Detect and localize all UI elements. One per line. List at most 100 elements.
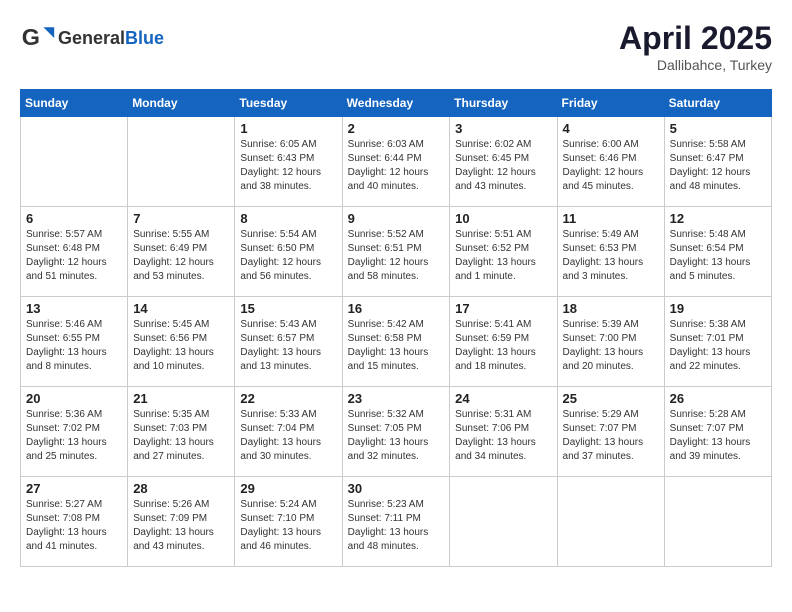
day-info: Sunrise: 5:29 AMSunset: 7:07 PMDaylight:… — [563, 408, 659, 464]
day-info: Sunrise: 6:05 AMSunset: 6:43 PMDaylight:… — [240, 138, 336, 194]
day-info: Sunrise: 5:23 AMSunset: 7:11 PMDaylight:… — [348, 498, 445, 554]
day-number: 12 — [670, 211, 766, 226]
calendar-cell — [128, 117, 235, 207]
calendar-cell — [557, 477, 664, 567]
day-number: 13 — [26, 301, 122, 316]
day-info: Sunrise: 6:03 AMSunset: 6:44 PMDaylight:… — [348, 138, 445, 194]
day-info: Sunrise: 5:24 AMSunset: 7:10 PMDaylight:… — [240, 498, 336, 554]
calendar-week-row: 13Sunrise: 5:46 AMSunset: 6:55 PMDayligh… — [21, 297, 772, 387]
day-number: 5 — [670, 121, 766, 136]
calendar-cell: 26 Sunrise: 5:28 AMSunset: 7:07 PMDayligh… — [664, 387, 771, 477]
calendar-day-header: Monday — [128, 90, 235, 117]
day-info: Sunrise: 5:45 AMSunset: 6:56 PMDaylight:… — [133, 318, 229, 374]
day-number: 27 — [26, 481, 122, 496]
day-info: Sunrise: 5:39 AMSunset: 7:00 PMDaylight:… — [563, 318, 659, 374]
calendar-day-header: Sunday — [21, 90, 128, 117]
day-number: 21 — [133, 391, 229, 406]
calendar-day-header: Friday — [557, 90, 664, 117]
day-number: 11 — [563, 211, 659, 226]
calendar-cell: 25 Sunrise: 5:29 AMSunset: 7:07 PMDayligh… — [557, 387, 664, 477]
calendar-cell: 18 Sunrise: 5:39 AMSunset: 7:00 PMDayligh… — [557, 297, 664, 387]
day-number: 7 — [133, 211, 229, 226]
day-number: 18 — [563, 301, 659, 316]
calendar-cell — [21, 117, 128, 207]
calendar-cell: 23 Sunrise: 5:32 AMSunset: 7:05 PMDayligh… — [342, 387, 450, 477]
day-number: 4 — [563, 121, 659, 136]
day-info: Sunrise: 5:28 AMSunset: 7:07 PMDaylight:… — [670, 408, 766, 464]
day-number: 20 — [26, 391, 122, 406]
calendar-cell: 5 Sunrise: 5:58 AMSunset: 6:47 PMDaylight… — [664, 117, 771, 207]
day-info: Sunrise: 5:58 AMSunset: 6:47 PMDaylight:… — [670, 138, 766, 194]
calendar-cell: 20 Sunrise: 5:36 AMSunset: 7:02 PMDayligh… — [21, 387, 128, 477]
day-number: 23 — [348, 391, 445, 406]
day-number: 9 — [348, 211, 445, 226]
day-number: 30 — [348, 481, 445, 496]
calendar-cell: 8 Sunrise: 5:54 AMSunset: 6:50 PMDaylight… — [235, 207, 342, 297]
calendar-cell: 27 Sunrise: 5:27 AMSunset: 7:08 PMDayligh… — [21, 477, 128, 567]
calendar: SundayMondayTuesdayWednesdayThursdayFrid… — [20, 89, 772, 567]
calendar-week-row: 6Sunrise: 5:57 AMSunset: 6:48 PMDaylight… — [21, 207, 772, 297]
day-info: Sunrise: 5:49 AMSunset: 6:53 PMDaylight:… — [563, 228, 659, 284]
day-info: Sunrise: 5:33 AMSunset: 7:04 PMDaylight:… — [240, 408, 336, 464]
day-info: Sunrise: 5:54 AMSunset: 6:50 PMDaylight:… — [240, 228, 336, 284]
day-number: 26 — [670, 391, 766, 406]
logo-icon: G — [20, 20, 56, 56]
day-info: Sunrise: 6:00 AMSunset: 6:46 PMDaylight:… — [563, 138, 659, 194]
calendar-cell: 17 Sunrise: 5:41 AMSunset: 6:59 PMDayligh… — [450, 297, 557, 387]
day-number: 3 — [455, 121, 551, 136]
day-info: Sunrise: 5:36 AMSunset: 7:02 PMDaylight:… — [26, 408, 122, 464]
calendar-cell: 10 Sunrise: 5:51 AMSunset: 6:52 PMDayligh… — [450, 207, 557, 297]
day-info: Sunrise: 5:42 AMSunset: 6:58 PMDaylight:… — [348, 318, 445, 374]
day-info: Sunrise: 5:38 AMSunset: 7:01 PMDaylight:… — [670, 318, 766, 374]
calendar-cell: 7 Sunrise: 5:55 AMSunset: 6:49 PMDaylight… — [128, 207, 235, 297]
svg-text:G: G — [22, 24, 40, 50]
day-info: Sunrise: 5:31 AMSunset: 7:06 PMDaylight:… — [455, 408, 551, 464]
day-number: 19 — [670, 301, 766, 316]
day-info: Sunrise: 5:32 AMSunset: 7:05 PMDaylight:… — [348, 408, 445, 464]
subtitle: Dallibahce, Turkey — [619, 57, 772, 73]
calendar-week-row: 1Sunrise: 6:05 AMSunset: 6:43 PMDaylight… — [21, 117, 772, 207]
calendar-cell: 2 Sunrise: 6:03 AMSunset: 6:44 PMDaylight… — [342, 117, 450, 207]
day-number: 14 — [133, 301, 229, 316]
day-info: Sunrise: 5:52 AMSunset: 6:51 PMDaylight:… — [348, 228, 445, 284]
calendar-cell: 19 Sunrise: 5:38 AMSunset: 7:01 PMDayligh… — [664, 297, 771, 387]
day-info: Sunrise: 5:48 AMSunset: 6:54 PMDaylight:… — [670, 228, 766, 284]
calendar-cell: 3Sunrise: 6:02 AMSunset: 6:45 PMDaylight… — [450, 117, 557, 207]
calendar-cell: 6Sunrise: 5:57 AMSunset: 6:48 PMDaylight… — [21, 207, 128, 297]
day-info: Sunrise: 5:35 AMSunset: 7:03 PMDaylight:… — [133, 408, 229, 464]
calendar-day-header: Saturday — [664, 90, 771, 117]
calendar-cell: 1Sunrise: 6:05 AMSunset: 6:43 PMDaylight… — [235, 117, 342, 207]
day-number: 10 — [455, 211, 551, 226]
day-number: 28 — [133, 481, 229, 496]
calendar-day-header: Thursday — [450, 90, 557, 117]
calendar-cell: 13Sunrise: 5:46 AMSunset: 6:55 PMDayligh… — [21, 297, 128, 387]
day-number: 2 — [348, 121, 445, 136]
calendar-cell: 12 Sunrise: 5:48 AMSunset: 6:54 PMDayligh… — [664, 207, 771, 297]
calendar-week-row: 27 Sunrise: 5:27 AMSunset: 7:08 PMDayligh… — [21, 477, 772, 567]
day-info: Sunrise: 5:27 AMSunset: 7:08 PMDaylight:… — [26, 498, 122, 554]
day-number: 29 — [240, 481, 336, 496]
day-info: Sunrise: 5:55 AMSunset: 6:49 PMDaylight:… — [133, 228, 229, 284]
day-number: 25 — [563, 391, 659, 406]
title-block: April 2025 Dallibahce, Turkey — [619, 20, 772, 73]
day-info: Sunrise: 5:41 AMSunset: 6:59 PMDaylight:… — [455, 318, 551, 374]
calendar-cell: 15Sunrise: 5:43 AMSunset: 6:57 PMDayligh… — [235, 297, 342, 387]
day-number: 6 — [26, 211, 122, 226]
day-number: 15 — [240, 301, 336, 316]
day-info: Sunrise: 5:51 AMSunset: 6:52 PMDaylight:… — [455, 228, 551, 284]
day-number: 24 — [455, 391, 551, 406]
main-title: April 2025 — [619, 20, 772, 57]
day-info: Sunrise: 5:26 AMSunset: 7:09 PMDaylight:… — [133, 498, 229, 554]
calendar-week-row: 20 Sunrise: 5:36 AMSunset: 7:02 PMDayligh… — [21, 387, 772, 477]
calendar-cell: 9 Sunrise: 5:52 AMSunset: 6:51 PMDaylight… — [342, 207, 450, 297]
calendar-cell: 29 Sunrise: 5:24 AMSunset: 7:10 PMDayligh… — [235, 477, 342, 567]
calendar-cell: 4 Sunrise: 6:00 AMSunset: 6:46 PMDaylight… — [557, 117, 664, 207]
calendar-cell: 21 Sunrise: 5:35 AMSunset: 7:03 PMDayligh… — [128, 387, 235, 477]
day-number: 22 — [240, 391, 336, 406]
calendar-day-header: Wednesday — [342, 90, 450, 117]
logo-blue: Blue — [125, 28, 164, 48]
calendar-cell — [664, 477, 771, 567]
day-number: 17 — [455, 301, 551, 316]
day-number: 8 — [240, 211, 336, 226]
calendar-day-header: Tuesday — [235, 90, 342, 117]
